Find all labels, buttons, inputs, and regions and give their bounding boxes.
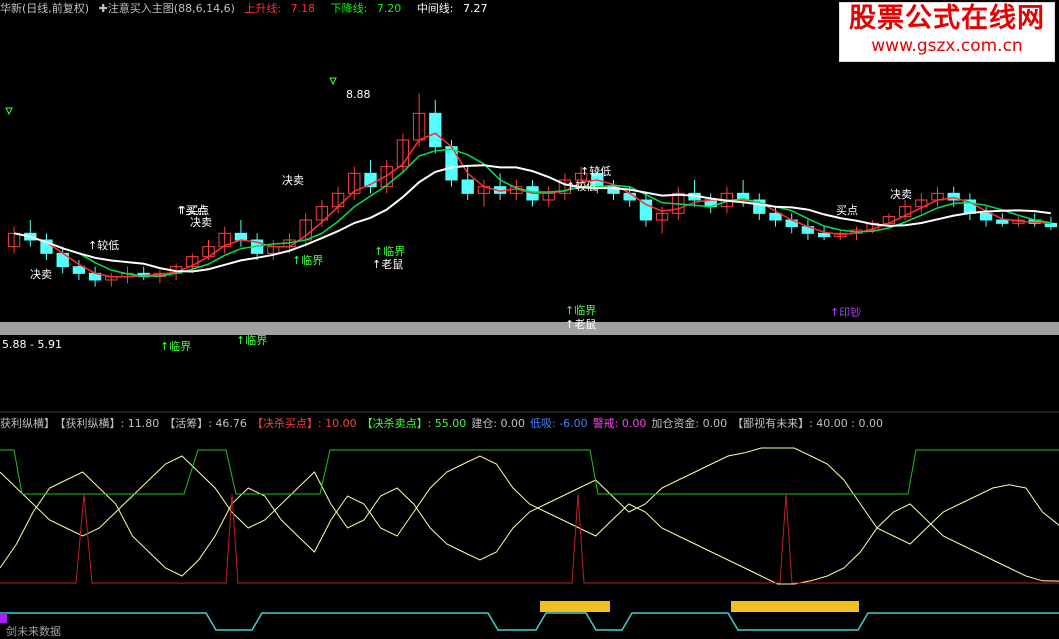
down-arrow-icon (5, 107, 13, 116)
price-band (0, 322, 1059, 335)
indicator-field-9: 【鄙视有未来】: 40.00 : 0.00 (732, 417, 883, 430)
indicator-header: 获利纵横】 【获利纵横】: 11.80 【活筹】: 46.76 【决杀买点】: 10.… (0, 415, 888, 430)
magenta-marker (0, 613, 7, 623)
indicator-field-0: 获利纵横】 (0, 417, 55, 430)
annotation-label: ↑老鼠 (565, 317, 596, 331)
annotation-label: ↑较低 (580, 164, 611, 178)
annotation-label: 买点 (836, 204, 858, 217)
candle-down (461, 179, 474, 194)
yellow-bar (540, 601, 610, 612)
candle-down (234, 232, 248, 241)
indicator-field-6: 低吸: -6.00 (530, 417, 588, 430)
annotation-label: 决卖 (282, 174, 304, 187)
annotation-label: ↑临界 (236, 333, 267, 347)
buy-signal-line (0, 493, 1059, 584)
indicator-series-line (0, 455, 1059, 585)
indicator-field-2: 【活筹】: 46.76 (164, 417, 247, 430)
ma-mid-line (13, 148, 1052, 277)
annotation-label: ↑较低 (88, 238, 119, 252)
indicator-field-4: 【决杀卖点】: 55.00 (361, 417, 467, 430)
candle-down (72, 266, 86, 274)
annotation-label: ↑临界 (292, 253, 323, 267)
candle-down (817, 232, 831, 238)
chart-canvas[interactable]: 决卖↑买点决卖↑较低决卖↑临界↑临界 ↑临界↑老鼠↑较低↑较低买点↑临界↑老鼠↑买… (0, 0, 1059, 639)
annotation-label: ↑临界 (565, 303, 596, 317)
indicator-field-3: 【决杀买点】: 10.00 (251, 417, 357, 430)
yellow-bar (731, 601, 859, 612)
indicator-field-1: 【获利纵横】: 11.80 (60, 417, 160, 430)
annotation-label: ↑临界 (374, 244, 405, 258)
sell-signal-line (0, 449, 1059, 495)
annotation-label: 决卖 (190, 216, 212, 229)
candle-down (996, 219, 1009, 224)
candle-down (769, 212, 782, 221)
annotation-label: ↑买点 (176, 204, 207, 217)
annotation-label: ↑印钞 (830, 305, 861, 319)
annotation-label: ↑较低 (566, 179, 597, 193)
candle-down (979, 212, 993, 221)
left-price-label: 5.88 - 5.91 (2, 338, 62, 351)
indicator-field-7: 警戒: 0.00 (592, 417, 647, 430)
indicator-field-5: 建仓: 0.00 (471, 417, 526, 430)
down-arrow-icon (329, 77, 337, 86)
annotation-label: 决卖 (890, 188, 912, 201)
annotation-label: 决卖 (30, 268, 52, 281)
peak-price-label: 8.88 (346, 88, 371, 101)
bottom-label: 剑未来数据 (6, 625, 61, 638)
indicator-field-8: 加仓资金: 0.00 (651, 417, 728, 430)
candle-down (1044, 222, 1058, 228)
candle-down (445, 146, 458, 181)
annotation-label: ↑临界 (160, 339, 191, 353)
candle-down (429, 112, 442, 148)
annotation-label: ↑老鼠 (372, 257, 403, 271)
cyan-signal-line (0, 612, 1059, 631)
candle-down (639, 199, 653, 221)
